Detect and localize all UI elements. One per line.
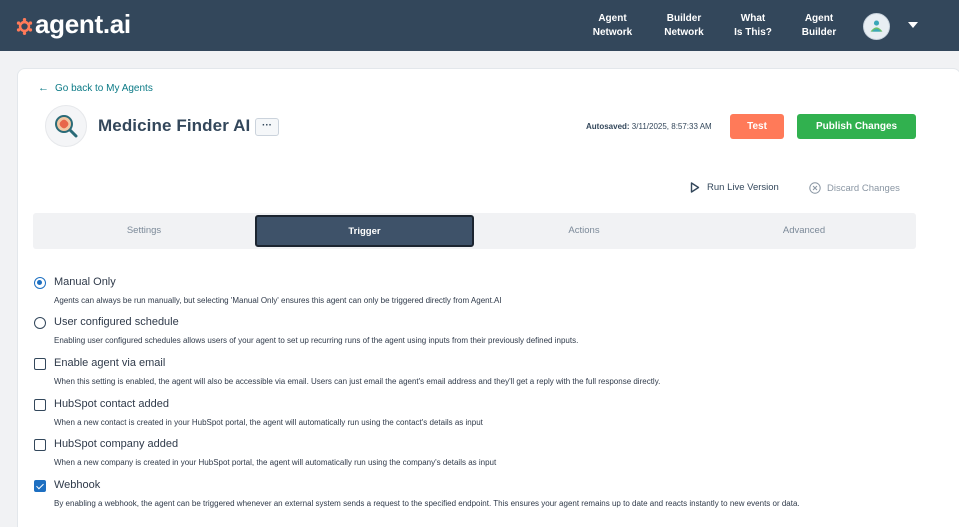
agent-avatar — [45, 105, 87, 147]
nav-what-is-this[interactable]: What Is This? — [733, 12, 773, 40]
agent-ai-logo[interactable]: agent.ai — [16, 9, 131, 40]
option-description: When a new contact is created in your Hu… — [54, 418, 483, 427]
more-options-button[interactable]: ··· — [255, 118, 279, 136]
tab-actions[interactable]: Actions — [474, 213, 694, 249]
user-avatar[interactable] — [863, 13, 890, 40]
editor-tabs: Settings Trigger Actions Advanced — [33, 213, 916, 249]
logo-text: agent.ai — [35, 9, 131, 39]
logo-sprocket-icon — [16, 17, 33, 35]
top-nav-bar: agent.ai Agent Network Builder Network W… — [0, 0, 959, 51]
option-description: When this setting is enabled, the agent … — [54, 377, 661, 386]
tab-advanced[interactable]: Advanced — [694, 213, 914, 249]
run-live-version-button[interactable]: Run Live Version — [690, 182, 779, 193]
nav-agent-builder[interactable]: Agent Builder — [800, 12, 838, 40]
option-title: Webhook — [54, 479, 101, 491]
agent-name: Medicine Finder AI — [98, 116, 251, 135]
close-circle-icon — [809, 182, 821, 194]
checkbox[interactable] — [34, 358, 46, 370]
back-to-my-agents-link[interactable]: ← Go back to My Agents — [38, 82, 153, 94]
magnifier-pill-icon — [55, 115, 78, 138]
tab-trigger[interactable]: Trigger — [255, 215, 474, 247]
option-title: HubSpot company added — [54, 438, 179, 450]
option-description: By enabling a webhook, the agent can be … — [54, 499, 800, 508]
option-title: Enable agent via email — [54, 357, 166, 369]
nav-label: Agent — [804, 13, 834, 24]
option-description: Agents can always be run manually, but s… — [54, 296, 502, 305]
nav-agent-network[interactable]: Agent Network — [592, 12, 633, 40]
radio-button[interactable] — [34, 277, 46, 289]
option-title: User configured schedule — [54, 316, 179, 328]
play-icon — [690, 182, 700, 193]
checkbox[interactable] — [34, 480, 46, 492]
nav-label: Agent — [598, 13, 627, 24]
option-title: HubSpot contact added — [54, 398, 169, 410]
nav-label: Is This? — [734, 27, 772, 38]
autosaved-status: Autosaved: 3/11/2025, 8:57:33 AM — [586, 122, 712, 131]
tab-settings[interactable]: Settings — [34, 213, 254, 249]
radio-button[interactable] — [34, 317, 46, 329]
discard-changes-button[interactable]: Discard Changes — [809, 182, 900, 194]
nav-label: Builder — [801, 27, 837, 38]
option-description: When a new company is created in your Hu… — [54, 458, 497, 467]
avatar-icon — [870, 20, 883, 32]
back-link-label: Go back to My Agents — [55, 82, 153, 94]
option-title: Manual Only — [54, 276, 116, 288]
run-live-label: Run Live Version — [707, 182, 779, 193]
test-button[interactable]: Test — [730, 114, 784, 139]
checkbox[interactable] — [34, 399, 46, 411]
autosaved-label: Autosaved: — [586, 122, 630, 131]
publish-changes-button[interactable]: Publish Changes — [797, 114, 916, 139]
discard-label: Discard Changes — [827, 182, 900, 194]
nav-builder-network[interactable]: Builder Network — [663, 12, 705, 40]
nav-label: Builder — [666, 13, 702, 24]
caret-down-icon[interactable] — [908, 22, 918, 28]
nav-label: Network — [664, 27, 704, 38]
nav-label: What — [740, 13, 766, 24]
option-description: Enabling user configured schedules allow… — [54, 336, 579, 345]
arrow-left-icon: ← — [38, 82, 49, 94]
autosaved-time: 3/11/2025, 8:57:33 AM — [631, 122, 712, 131]
nav-label: Network — [592, 27, 633, 38]
checkbox[interactable] — [34, 439, 46, 451]
